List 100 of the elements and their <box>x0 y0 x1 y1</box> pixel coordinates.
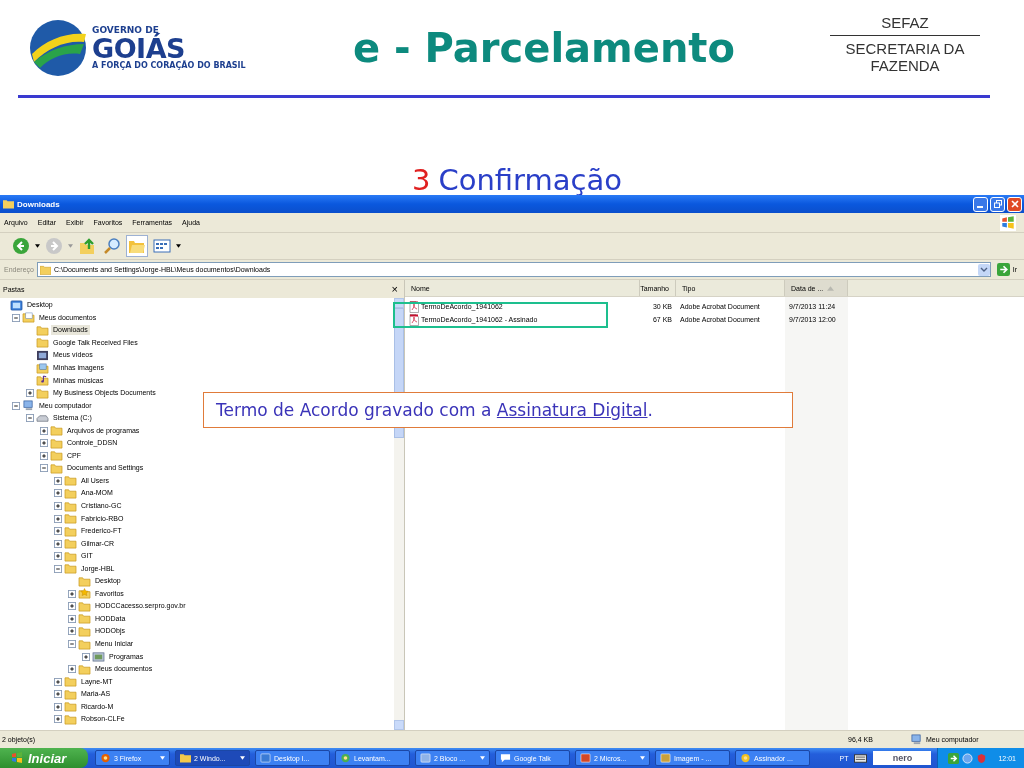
keyboard-icon[interactable] <box>854 753 868 763</box>
expand-icon[interactable] <box>68 614 76 623</box>
drive-icon <box>36 412 49 424</box>
collapse-icon[interactable] <box>12 313 20 322</box>
agency-name: SECRETARIA DA <box>845 41 965 58</box>
expand-icon[interactable] <box>54 527 62 536</box>
document-icon <box>580 753 591 763</box>
round-app-icon <box>740 753 751 763</box>
expand-icon[interactable] <box>54 514 62 523</box>
step-title: Confirmação <box>438 164 622 195</box>
folder-icon <box>39 264 51 275</box>
windows-flag-icon <box>10 751 24 765</box>
document-icon <box>260 753 271 763</box>
caret-icon[interactable] <box>35 244 40 248</box>
agency-name: FAZENDA <box>870 57 940 75</box>
arrow-icon <box>996 263 1010 276</box>
folder-icon <box>78 638 91 650</box>
folder-icon <box>64 688 77 700</box>
folder-icon <box>64 538 77 550</box>
up-folder-icon <box>78 237 96 255</box>
expand-icon[interactable] <box>68 627 76 636</box>
slide-title: e - Parcelamento <box>352 24 736 71</box>
folder-icon <box>64 525 77 537</box>
window-title: Downloads <box>17 199 61 209</box>
callout-text: Termo de Acordo gravado com a Assinatura Digital. <box>216 400 653 420</box>
pdf-file-icon <box>409 300 419 313</box>
pdf-file-icon <box>409 313 419 326</box>
expand-icon[interactable] <box>40 439 48 448</box>
document-icon <box>660 753 671 763</box>
folder-icon <box>36 387 49 399</box>
arrow-icon[interactable] <box>948 752 960 764</box>
collapse-icon[interactable] <box>12 401 20 410</box>
folder-icon <box>50 450 63 462</box>
folder-icon <box>78 613 91 625</box>
close-icon <box>1009 199 1020 209</box>
folder-icon <box>78 575 91 587</box>
restore-button[interactable] <box>990 196 1005 212</box>
music-folder-icon <box>36 375 49 387</box>
folder-icon <box>78 663 91 675</box>
collapse-icon[interactable] <box>54 564 62 573</box>
windows-flag-icon <box>1000 214 1016 231</box>
round-app-icon <box>100 753 111 763</box>
restore-icon <box>992 199 1003 209</box>
folder-icon <box>64 563 77 575</box>
minimize-button[interactable] <box>973 196 988 212</box>
folder-icon <box>50 462 63 474</box>
expand-icon[interactable] <box>40 426 48 435</box>
expand-icon[interactable] <box>68 665 76 674</box>
folder-icon <box>78 600 91 612</box>
expand-icon[interactable] <box>54 702 62 711</box>
collapse-icon[interactable] <box>68 640 76 649</box>
caret-icon[interactable] <box>176 244 181 248</box>
programs-folder-icon <box>92 651 105 663</box>
speech-bubble-icon <box>500 753 511 763</box>
folder-icon <box>50 425 63 437</box>
film-folder-icon <box>36 349 49 361</box>
pictures-folder-icon <box>36 362 49 374</box>
expand-icon[interactable] <box>54 502 62 510</box>
expand-icon[interactable] <box>40 451 48 460</box>
collapse-icon[interactable] <box>40 464 48 473</box>
folder-icon <box>64 487 77 499</box>
close-pane-button[interactable]: × <box>391 283 398 295</box>
toolbar-logo[interactable]: nero <box>873 751 932 765</box>
round-app-icon <box>340 753 351 763</box>
expand-icon[interactable] <box>26 389 34 398</box>
folder-icon <box>64 513 77 525</box>
document-icon <box>420 753 431 763</box>
folder-icon <box>64 550 77 562</box>
views-icon <box>153 237 171 255</box>
expand-icon[interactable] <box>54 715 62 724</box>
folder-icon <box>36 324 49 336</box>
folder-icon <box>78 626 91 637</box>
folder-icon <box>64 676 77 688</box>
logo-tagline: A FORÇA DO CORAÇÃO DO BRASIL <box>92 61 246 70</box>
caret-icon[interactable] <box>240 756 245 760</box>
expand-icon[interactable] <box>68 602 76 611</box>
expand-icon[interactable] <box>54 677 62 686</box>
close-button[interactable] <box>1007 196 1022 212</box>
expand-icon[interactable] <box>68 589 76 598</box>
computer-icon <box>22 400 35 412</box>
expand-icon[interactable] <box>54 690 62 699</box>
folder-icon <box>36 337 49 349</box>
expand-icon[interactable] <box>54 476 62 485</box>
folder-icon <box>50 437 63 449</box>
desktop-icon <box>10 299 23 311</box>
collapse-icon[interactable] <box>26 414 34 423</box>
folder-icon <box>64 701 77 713</box>
folder-icon <box>64 500 77 512</box>
expand-icon[interactable] <box>54 552 62 561</box>
expand-icon[interactable] <box>54 489 62 498</box>
dropdown-icon[interactable] <box>977 263 990 276</box>
expand-icon[interactable] <box>54 539 62 548</box>
folder-icon <box>64 713 77 725</box>
minimize-icon <box>976 206 983 208</box>
star-folder-icon <box>78 588 91 600</box>
expand-icon[interactable] <box>82 652 90 661</box>
folder-icon <box>180 753 191 763</box>
link[interactable]: Assinatura Digital <box>496 400 648 420</box>
documents-folder-icon <box>22 312 35 324</box>
computer-icon <box>910 734 923 745</box>
